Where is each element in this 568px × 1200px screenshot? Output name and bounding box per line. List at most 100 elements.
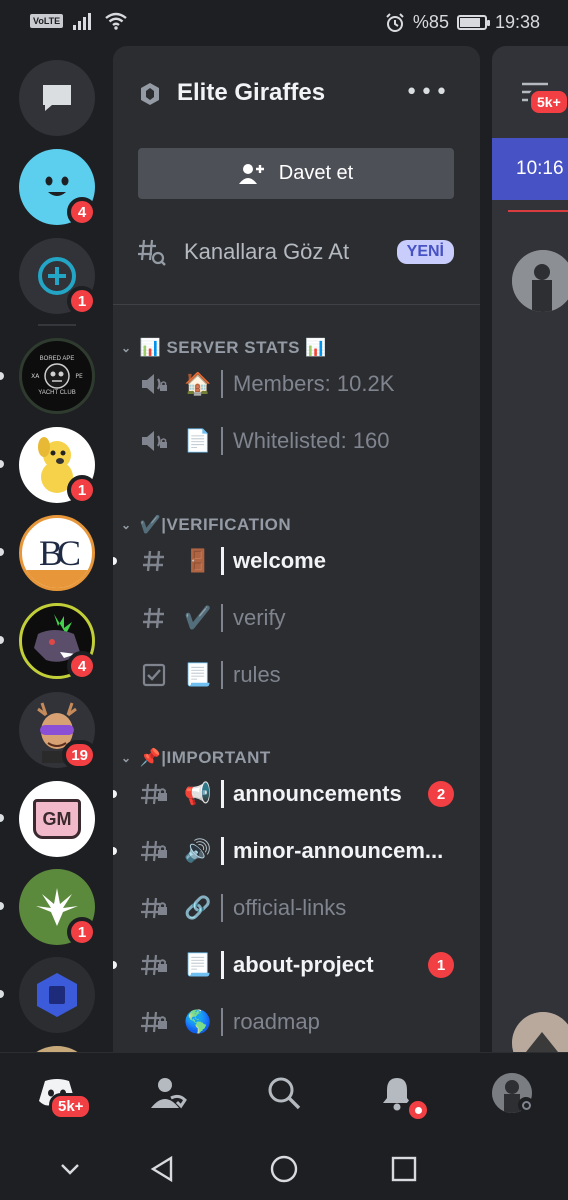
recents-button[interactable] [387, 1152, 421, 1186]
new-message-divider [508, 210, 568, 212]
panel-divider [113, 304, 480, 305]
channel-separator [221, 894, 223, 922]
browse-channels-icon [138, 239, 166, 266]
ape-skull-icon [44, 363, 71, 389]
unread-indicator [0, 372, 4, 380]
channel-separator [221, 547, 224, 575]
volte-badge: VoLTE [30, 14, 64, 28]
browse-channels[interactable]: Kanallara Göz At YENİ [138, 232, 454, 272]
channel-item[interactable]: 📢 announcements 2 [113, 769, 480, 819]
locked-text-channel-icon [140, 952, 168, 978]
server-yellow-dog[interactable]: 1 [19, 427, 97, 505]
channel-emoji: 🔊 [184, 838, 212, 864]
friends-icon [151, 1078, 187, 1109]
channel-name: Whitelisted: 160 [233, 428, 390, 453]
unread-indicator [113, 557, 117, 565]
server-rail: 4 1 BORED APE XA PE YACHT CLUB 1 BC 4 19… [0, 46, 113, 1052]
home-tab[interactable]: 5k+ [35, 1071, 93, 1120]
channel-item[interactable]: ✔️ verify [113, 593, 480, 643]
locked-voice-channel-icon [140, 428, 168, 454]
avatar-photo-icon [512, 250, 568, 312]
new-messages-bar[interactable]: 10:16 [492, 138, 568, 200]
chevron-down-icon: ⌄ [121, 341, 132, 355]
system-navigation [0, 1134, 568, 1200]
server-leaf[interactable]: 1 [19, 869, 97, 947]
channel-emoji: 🚪 [184, 548, 212, 574]
channel-emoji: ✔️ [184, 605, 212, 631]
message-avatar[interactable] [512, 250, 568, 312]
chevron-down-icon: ⌄ [121, 518, 132, 532]
chat-peek[interactable]: 5k+ 10:16 [492, 46, 568, 1052]
server-gm[interactable]: GM [19, 781, 95, 857]
channel-emoji: 🔗 [184, 895, 212, 921]
avatar-photo-icon [512, 1012, 568, 1052]
channel-emoji: 🏠 [184, 371, 212, 397]
notifications-tab[interactable] [375, 1071, 431, 1123]
channel-separator [221, 951, 224, 979]
locked-text-channel-icon [140, 1009, 168, 1035]
message-avatar[interactable] [512, 1012, 568, 1052]
channel-name: welcome [233, 548, 326, 573]
search-tab[interactable] [262, 1071, 306, 1115]
status-bar: VoLTE %85 19:38 [0, 0, 568, 46]
channel-separator [221, 604, 223, 632]
server-deer[interactable]: 19 [19, 692, 97, 770]
guild-name: Elite Giraffes [177, 79, 326, 106]
channel-name: official-links [233, 895, 347, 920]
more-options-button[interactable]: ••• [405, 80, 450, 105]
recents-icon [391, 1156, 417, 1182]
channel-emoji: 📃 [184, 662, 212, 688]
home-circle-icon [270, 1155, 298, 1183]
rules-channel-icon [140, 663, 168, 687]
add-server-button[interactable]: 1 [19, 238, 97, 316]
channel-name: verify [233, 605, 286, 630]
notification-dot [405, 1097, 431, 1123]
blue-cube-icon [37, 973, 77, 1017]
channel-item[interactable]: 🔗 official-links [113, 883, 480, 933]
home-badge: 5k+ [49, 1093, 93, 1120]
channel-emoji: 🌎 [184, 1009, 212, 1035]
server-punk-wolf[interactable]: 4 [19, 603, 97, 681]
channel-item[interactable]: 🔊 minor-announcem... [113, 826, 480, 876]
channel-item[interactable]: 🌎 roadmap [113, 997, 480, 1047]
unread-indicator [0, 548, 4, 556]
channel-separator [221, 370, 223, 398]
unread-indicator [0, 460, 4, 468]
channel-item[interactable]: 🏠 Members: 10.2K [113, 359, 480, 409]
channel-item[interactable]: 📃 rules [113, 650, 480, 700]
channel-emoji: 📢 [184, 781, 212, 807]
signal-icon [73, 13, 92, 30]
server-badge: 4 [67, 197, 97, 227]
channel-item[interactable]: 🚪 welcome [113, 536, 480, 586]
channel-separator [221, 661, 223, 689]
friends-tab[interactable] [146, 1071, 190, 1115]
chat-bubble-icon [43, 85, 71, 111]
home-button[interactable] [267, 1152, 301, 1186]
channel-item[interactable]: 📃 about-project 1 [113, 940, 480, 990]
locked-text-channel-icon [140, 895, 168, 921]
gm-logo-text: GM [42, 808, 72, 829]
direct-messages-button[interactable] [19, 60, 95, 136]
back-button[interactable] [145, 1152, 179, 1186]
chevron-down-icon: ⌄ [121, 751, 132, 765]
unread-indicator [0, 902, 4, 910]
channel-separator [221, 1008, 223, 1036]
channel-panel: Elite Giraffes ••• Davet et Kanallara Gö… [113, 46, 480, 1052]
server-bc[interactable]: BC [19, 515, 95, 591]
guild-header[interactable]: Elite Giraffes ••• [113, 46, 480, 142]
mention-badge: 1 [428, 952, 454, 978]
collapse-button[interactable] [53, 1152, 87, 1186]
profile-tab[interactable] [490, 1071, 534, 1115]
server-blue-cube[interactable] [19, 957, 95, 1033]
channel-separator [221, 780, 224, 808]
channel-name: rules [233, 662, 281, 687]
channel-item[interactable]: 📄 Whitelisted: 160 [113, 416, 480, 466]
channel-separator [221, 427, 223, 455]
bc-logo-text: BC [38, 533, 81, 573]
channel-emoji: 📃 [184, 952, 212, 978]
server-badge: 4 [67, 651, 97, 681]
server-smiley[interactable]: 4 [19, 149, 97, 227]
category-title: 📊 SERVER STATS 📊 [139, 338, 327, 357]
server-bored-ape[interactable]: BORED APE XA PE YACHT CLUB [19, 338, 95, 414]
invite-button[interactable]: Davet et [138, 148, 454, 199]
